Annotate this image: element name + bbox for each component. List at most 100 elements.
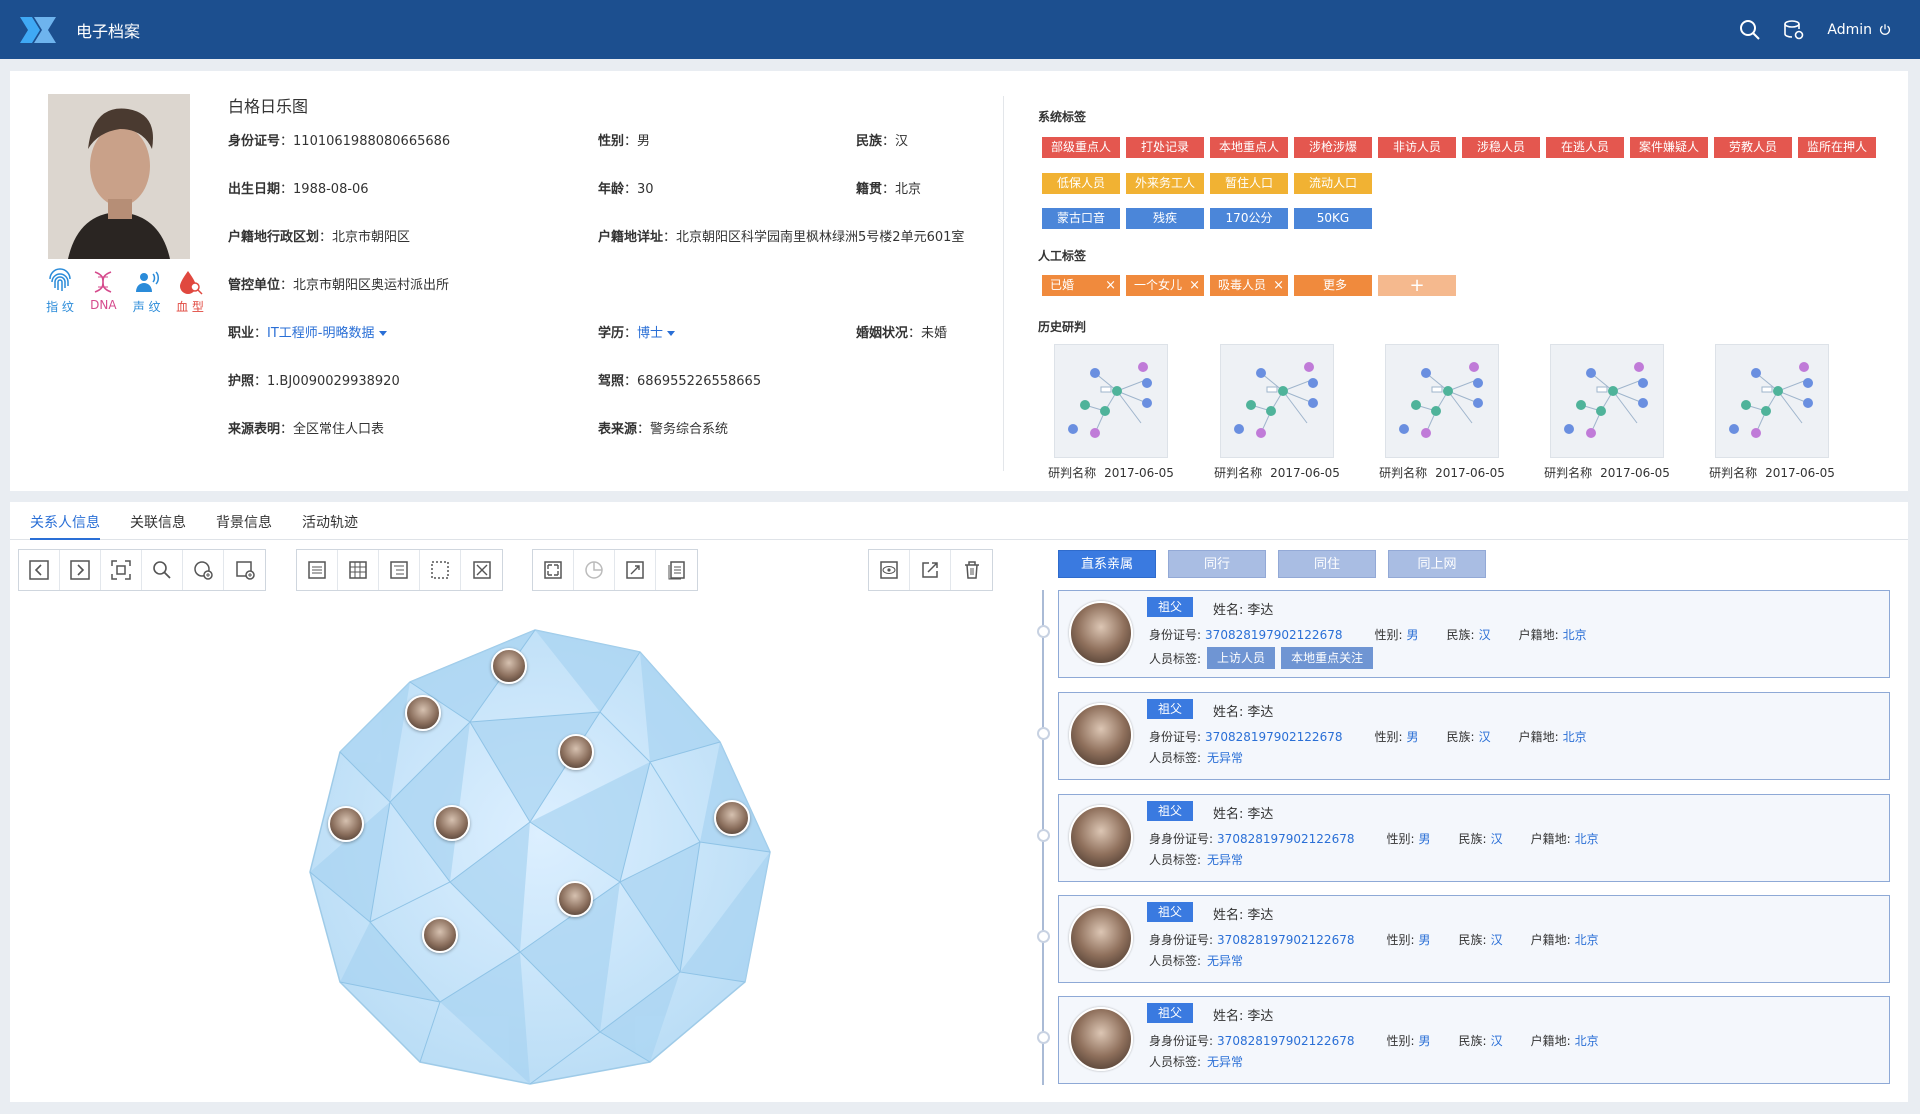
dotted-frame-button[interactable] [420, 550, 461, 590]
search-icon[interactable] [1739, 19, 1761, 41]
search-button[interactable] [142, 550, 183, 590]
tab-3[interactable]: 活动轨迹 [302, 502, 358, 540]
avatar [1069, 805, 1133, 869]
filter-button[interactable]: 直系亲属 [1058, 550, 1156, 578]
graph-node[interactable] [558, 734, 594, 770]
expand-node-button[interactable] [224, 550, 265, 590]
history-item[interactable]: 研判名称 2017-06-05 [1697, 344, 1847, 481]
graph-node[interactable] [422, 917, 458, 953]
tag-item[interactable]: 外来务工人员 [1126, 173, 1204, 211]
database-settings-icon[interactable] [1783, 19, 1805, 41]
next-button[interactable] [60, 550, 101, 590]
history-thumbnail[interactable] [1054, 344, 1168, 458]
relation-card[interactable]: 祖父 姓名: 李达 身身份证号: 370828197902122678 性别: 男民族: 汉户… [1037, 794, 1890, 882]
tag-item[interactable]: 蒙古口音 [1042, 208, 1120, 229]
dna-entry[interactable]: DNA [83, 268, 123, 315]
export-image-button[interactable] [615, 550, 656, 590]
history-thumbnail[interactable] [1715, 344, 1829, 458]
select-frame-button[interactable] [101, 550, 142, 590]
tag-item[interactable]: 非访人员 [1378, 137, 1456, 158]
relation-card[interactable]: 祖父 姓名: 李达 身份证号: 370828197902122678 性别: 男民族: 汉户籍… [1037, 692, 1890, 780]
add-node-button[interactable] [183, 550, 224, 590]
tab-0[interactable]: 关系人信息 [30, 502, 100, 540]
graph-node[interactable] [328, 806, 364, 842]
history-thumbnail[interactable] [1220, 344, 1334, 458]
add-tag-button[interactable]: + [1378, 275, 1456, 296]
tag-item[interactable]: 残疾 [1126, 208, 1204, 229]
tag-item[interactable]: 50KG [1294, 208, 1372, 229]
tag-item[interactable]: 案件嫌疑人 [1630, 137, 1708, 158]
relations-panel: 关系人信息 关联信息 背景信息 活动轨迹 直系亲属 同行 同住 同上网 祖父 姓… [10, 502, 1908, 1102]
list-layout-button[interactable] [297, 550, 338, 590]
zoom-fit-button[interactable] [533, 550, 574, 590]
tag-item[interactable]: 本地重点人 [1210, 137, 1288, 158]
tag-item[interactable]: 涉枪涉爆 [1294, 137, 1372, 158]
person-tag[interactable]: 本地重点关注 [1281, 647, 1374, 669]
tree-layout-button[interactable] [379, 550, 420, 590]
tag-item[interactable]: 低保人员 [1042, 173, 1120, 194]
tag-item[interactable]: 部级重点人 [1042, 137, 1120, 158]
user-name[interactable]: Admin [1827, 22, 1872, 38]
voiceprint-entry[interactable]: 声 纹 [127, 268, 167, 315]
relation-badge: 祖父 [1147, 699, 1193, 719]
relation-card[interactable]: 祖父 姓名: 李达 身身份证号: 370828197902122678 性别: 男民族: 汉户… [1037, 895, 1890, 983]
mini-graph-icon [1221, 345, 1333, 457]
tag-item[interactable]: 涉稳人员 [1462, 137, 1540, 158]
close-icon[interactable]: × [1273, 275, 1284, 296]
graph-node[interactable] [405, 695, 441, 731]
pie-analysis-button[interactable] [574, 550, 615, 590]
eye-toggle-button[interactable] [869, 550, 910, 590]
manual-tag[interactable]: 吸毒人员 × [1210, 275, 1288, 296]
tag-item[interactable]: 在逃人员 [1546, 137, 1624, 158]
timeline-dot [1037, 727, 1050, 740]
relation-card[interactable]: 祖父 姓名: 李达 身份证号: 370828197902122678 性别: 男民族: 汉户籍… [1037, 590, 1890, 678]
history-thumbnail[interactable] [1385, 344, 1499, 458]
blood-type-entry[interactable]: 血 型 [170, 268, 210, 315]
relation-card[interactable]: 祖父 姓名: 李达 身身份证号: 370828197902122678 性别: 男民族: 汉户… [1037, 996, 1890, 1084]
tab-1[interactable]: 关联信息 [130, 502, 186, 540]
graph-node[interactable] [714, 800, 750, 836]
filter-button[interactable]: 同上网 [1388, 550, 1486, 578]
filter-button[interactable]: 同行 [1168, 550, 1266, 578]
graph-node[interactable] [434, 805, 470, 841]
delete-button[interactable] [951, 550, 992, 590]
fingerprint-entry[interactable]: 指 纹 [40, 268, 80, 315]
share-out-button[interactable] [910, 550, 951, 590]
history-thumbnail[interactable] [1550, 344, 1664, 458]
manual-tag[interactable]: 一个女儿 × [1126, 275, 1204, 296]
close-icon[interactable]: × [1189, 275, 1200, 296]
filter-button[interactable]: 同住 [1278, 550, 1376, 578]
history-item[interactable]: 研判名称 2017-06-05 [1532, 344, 1682, 481]
tab-2[interactable]: 背景信息 [216, 502, 272, 540]
tag-item[interactable]: 打处记录 [1126, 137, 1204, 158]
tag-item[interactable]: 监所在押人员 [1798, 137, 1876, 175]
report-button[interactable] [656, 550, 697, 590]
avatar [1069, 906, 1133, 970]
tag-item[interactable]: 暂住人口 [1210, 173, 1288, 194]
history-item[interactable]: 研判名称 2017-06-05 [1202, 344, 1352, 481]
prev-button[interactable] [19, 550, 60, 590]
manual-tag[interactable]: 已婚 × [1042, 275, 1120, 296]
toolbar-navigation [18, 549, 266, 591]
manual-tag[interactable]: 更多 [1294, 275, 1372, 296]
history-item[interactable]: 研判名称 2017-06-05 [1367, 344, 1517, 481]
graph-node[interactable] [491, 648, 527, 684]
person-tag[interactable]: 上访人员 [1207, 647, 1276, 669]
app-logo-icon[interactable] [18, 13, 58, 47]
tag-item[interactable]: 170公分 [1210, 208, 1288, 229]
avatar [1069, 1007, 1133, 1071]
tag-item[interactable]: 流动人口 [1294, 173, 1372, 194]
close-icon[interactable]: × [1105, 275, 1116, 296]
graph-node[interactable] [557, 881, 593, 917]
grid-layout-button[interactable] [338, 550, 379, 590]
relation-graph[interactable] [300, 622, 780, 1092]
dotted-frame-icon [431, 561, 449, 579]
education-dropdown[interactable]: 博士 [637, 326, 676, 341]
job-dropdown[interactable]: IT工程师-明略数据 [267, 326, 387, 341]
profile-card: 指 纹 DNA 声 纹 血 型 白格日乐图 身份证号：1101061988080… [10, 71, 1908, 491]
expand-node-icon [235, 561, 255, 580]
fit-screen-button[interactable] [461, 550, 502, 590]
history-item[interactable]: 研判名称 2017-06-05 [1036, 344, 1186, 481]
tag-item[interactable]: 劳教人员 [1714, 137, 1792, 158]
power-icon[interactable] [1878, 23, 1892, 37]
